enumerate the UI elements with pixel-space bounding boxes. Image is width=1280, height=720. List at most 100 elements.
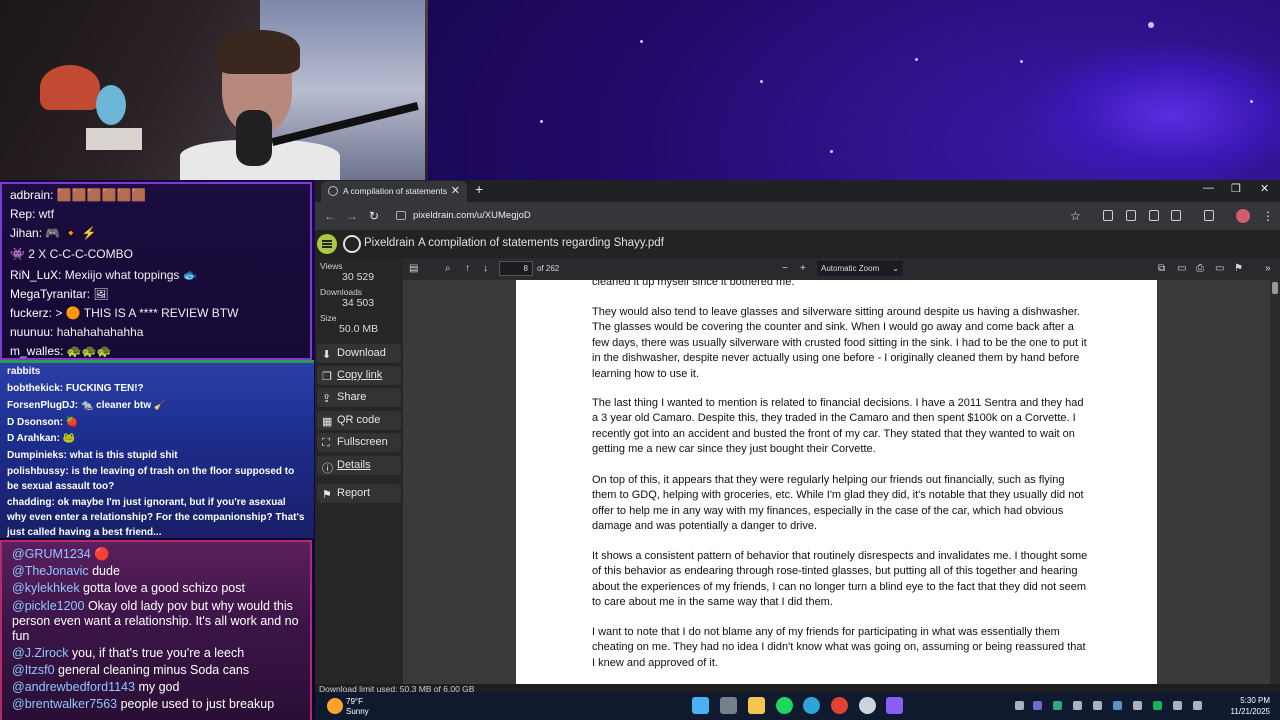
copy-link-label: Copy link	[337, 369, 383, 381]
tools-chevron-icon[interactable]: »	[1265, 263, 1271, 274]
maximize-icon[interactable]: ❐	[1231, 182, 1241, 195]
bookmark-icon[interactable]: ⚑	[1234, 263, 1243, 274]
task-view-icon[interactable]	[720, 697, 737, 714]
chat-message: bobthekick: FUCKING TEN!?	[7, 383, 144, 394]
tab-close-icon[interactable]: ✕	[451, 184, 460, 197]
pdf-viewer: ▤ ⌕ ↑ ↓ 8 of 262 − + Automatic Zoom ⌄ ⧉ ▭…	[403, 258, 1280, 684]
chat-message: adbrain: 🟫🟫🟫🟫🟫🟫	[10, 188, 146, 202]
clock-date: 11/21/2025	[1230, 707, 1270, 716]
new-tab-icon[interactable]: +	[475, 181, 483, 197]
pdf-paragraph: It shows a consistent pattern of behavio…	[592, 550, 1088, 609]
tray-app-icon[interactable]	[1153, 701, 1162, 710]
tab-strip: A compilation of statements re ✕ + — ❐ ✕	[315, 180, 1280, 202]
chat-text: 🎮 🔸 ⚡	[42, 226, 97, 240]
browser-tab[interactable]: A compilation of statements re ✕	[321, 181, 467, 202]
chat-message: D Arahkan: 🐸	[7, 433, 76, 444]
fullscreen-button[interactable]: ⛶ Fullscreen	[317, 433, 401, 452]
volume-icon[interactable]	[1193, 701, 1202, 710]
minimize-icon[interactable]: —	[1203, 182, 1214, 194]
forward-icon[interactable]: →	[346, 209, 358, 223]
tray-app-icon[interactable]	[1133, 701, 1142, 710]
copy-link-button[interactable]: ❐ Copy link	[317, 366, 401, 385]
pixeldrain-logo-icon[interactable]	[343, 235, 361, 253]
presentation-icon[interactable]: ⧉	[1158, 263, 1165, 274]
browser-toolbar: ← → ↻ pixeldrain.com/u/XUMegjoD ☆ ⋮	[315, 202, 1280, 230]
chat-username: @pickle1200	[12, 599, 85, 613]
cast-icon[interactable]	[1204, 210, 1214, 221]
brand-name[interactable]: Pixeldrain	[364, 237, 415, 249]
print-icon[interactable]: ⎙	[1196, 263, 1204, 274]
file-explorer-icon[interactable]	[748, 697, 765, 714]
chat-message: @kylekhkek gotta love a good schizo post	[12, 581, 245, 595]
chat-text: wtf	[35, 207, 55, 221]
back-icon[interactable]: ←	[324, 209, 336, 223]
share-button[interactable]: ⇪ Share	[317, 388, 401, 407]
obs-icon[interactable]	[859, 697, 876, 714]
reload-icon[interactable]: ↻	[369, 209, 379, 223]
app-icon[interactable]	[886, 697, 903, 714]
pdf-paragraph: The last thing I wanted to mention is re…	[592, 397, 1084, 456]
address-bar[interactable]: pixeldrain.com/u/XUMegjoD	[391, 206, 1091, 226]
chat-username: fuckerz:	[10, 306, 53, 320]
system-clock[interactable]: 5:30 PM 11/21/2025	[1231, 695, 1270, 717]
tray-app-icon[interactable]	[1053, 701, 1062, 710]
next-page-icon[interactable]: ↓	[483, 263, 488, 274]
start-icon[interactable]	[692, 697, 709, 714]
tray-app-icon[interactable]	[1113, 701, 1122, 710]
zoom-value: Automatic Zoom	[821, 264, 880, 273]
chat-text: 🐢🐢🐢	[63, 344, 112, 358]
save-icon[interactable]: ▭	[1215, 263, 1224, 274]
chat-message: m_walles: 🐢🐢🐢	[10, 344, 112, 358]
pdf-scrollbar[interactable]	[1270, 280, 1280, 684]
tray-chevron-icon[interactable]	[1015, 701, 1024, 710]
chat-message: fuckerz: > 🟠 THIS IS A **** REVIEW BTW	[10, 306, 238, 320]
extensions-puzzle-icon[interactable]	[1171, 210, 1181, 221]
page-number-input[interactable]: 8	[499, 261, 533, 276]
pdf-toolbar: ▤ ⌕ ↑ ↓ 8 of 262 − + Automatic Zoom ⌄ ⧉ ▭…	[403, 258, 1280, 280]
more-menu-icon[interactable]: ⋮	[1262, 209, 1274, 223]
webcam-streamer-hair	[216, 30, 300, 74]
zoom-select[interactable]: Automatic Zoom ⌄	[817, 261, 903, 276]
chat-username: adbrain:	[10, 188, 54, 202]
menu-icon[interactable]	[317, 234, 337, 254]
zoom-in-icon[interactable]: +	[800, 263, 806, 274]
webcam-feed	[0, 0, 428, 180]
open-file-icon[interactable]: ▭	[1177, 263, 1186, 274]
chat-text: 🖼	[90, 287, 109, 301]
sidebar-toggle-icon[interactable]: ▤	[409, 263, 418, 274]
tray-app-icon[interactable]	[1093, 701, 1102, 710]
network-icon[interactable]	[1173, 701, 1182, 710]
profile-avatar[interactable]	[1236, 209, 1250, 223]
info-icon: ⓘ	[322, 463, 333, 475]
extension-icon[interactable]	[1149, 210, 1159, 221]
spotify-icon[interactable]	[776, 697, 793, 714]
qr-code-button[interactable]: ▦ QR code	[317, 411, 401, 430]
download-label: Download	[337, 347, 386, 359]
zoom-out-icon[interactable]: −	[782, 263, 788, 274]
tray-app-icon[interactable]	[1073, 701, 1082, 710]
chat-username: @TheJonavic	[12, 564, 89, 578]
chat-message: Dumpinieks: what is this stupid shit	[7, 450, 178, 461]
tray-app-icon[interactable]	[1033, 701, 1042, 710]
details-button[interactable]: ⓘ Details	[317, 456, 401, 475]
scroll-thumb[interactable]	[1272, 282, 1278, 294]
chat-message: 👾 2 X C-C-C-COMBO	[10, 247, 133, 261]
search-icon[interactable]: ⌕	[445, 263, 451, 274]
chat-text: people used to just breakup	[117, 697, 275, 711]
downloads-count: 34 503	[342, 297, 375, 309]
pdf-paragraph: They would also tend to leave glasses an…	[592, 306, 1087, 380]
webcam-lamp	[40, 65, 100, 110]
bookmark-star-icon[interactable]: ☆	[1070, 209, 1081, 223]
extension-icon[interactable]	[1103, 210, 1113, 221]
report-button[interactable]: ⚑ Report	[317, 484, 401, 503]
extension-icon[interactable]	[1126, 210, 1136, 221]
chrome-icon[interactable]	[831, 697, 848, 714]
site-info-icon[interactable]	[396, 211, 406, 220]
views-label: Views	[320, 261, 343, 271]
edge-icon[interactable]	[803, 697, 820, 714]
previous-page-icon[interactable]: ↑	[465, 263, 470, 274]
chat-username: Rep:	[10, 207, 36, 221]
close-window-icon[interactable]: ✕	[1260, 182, 1269, 195]
download-button[interactable]: ⬇ Download	[317, 344, 401, 363]
pdf-paragraph: I want to note that I do not blame any o…	[592, 626, 1086, 669]
